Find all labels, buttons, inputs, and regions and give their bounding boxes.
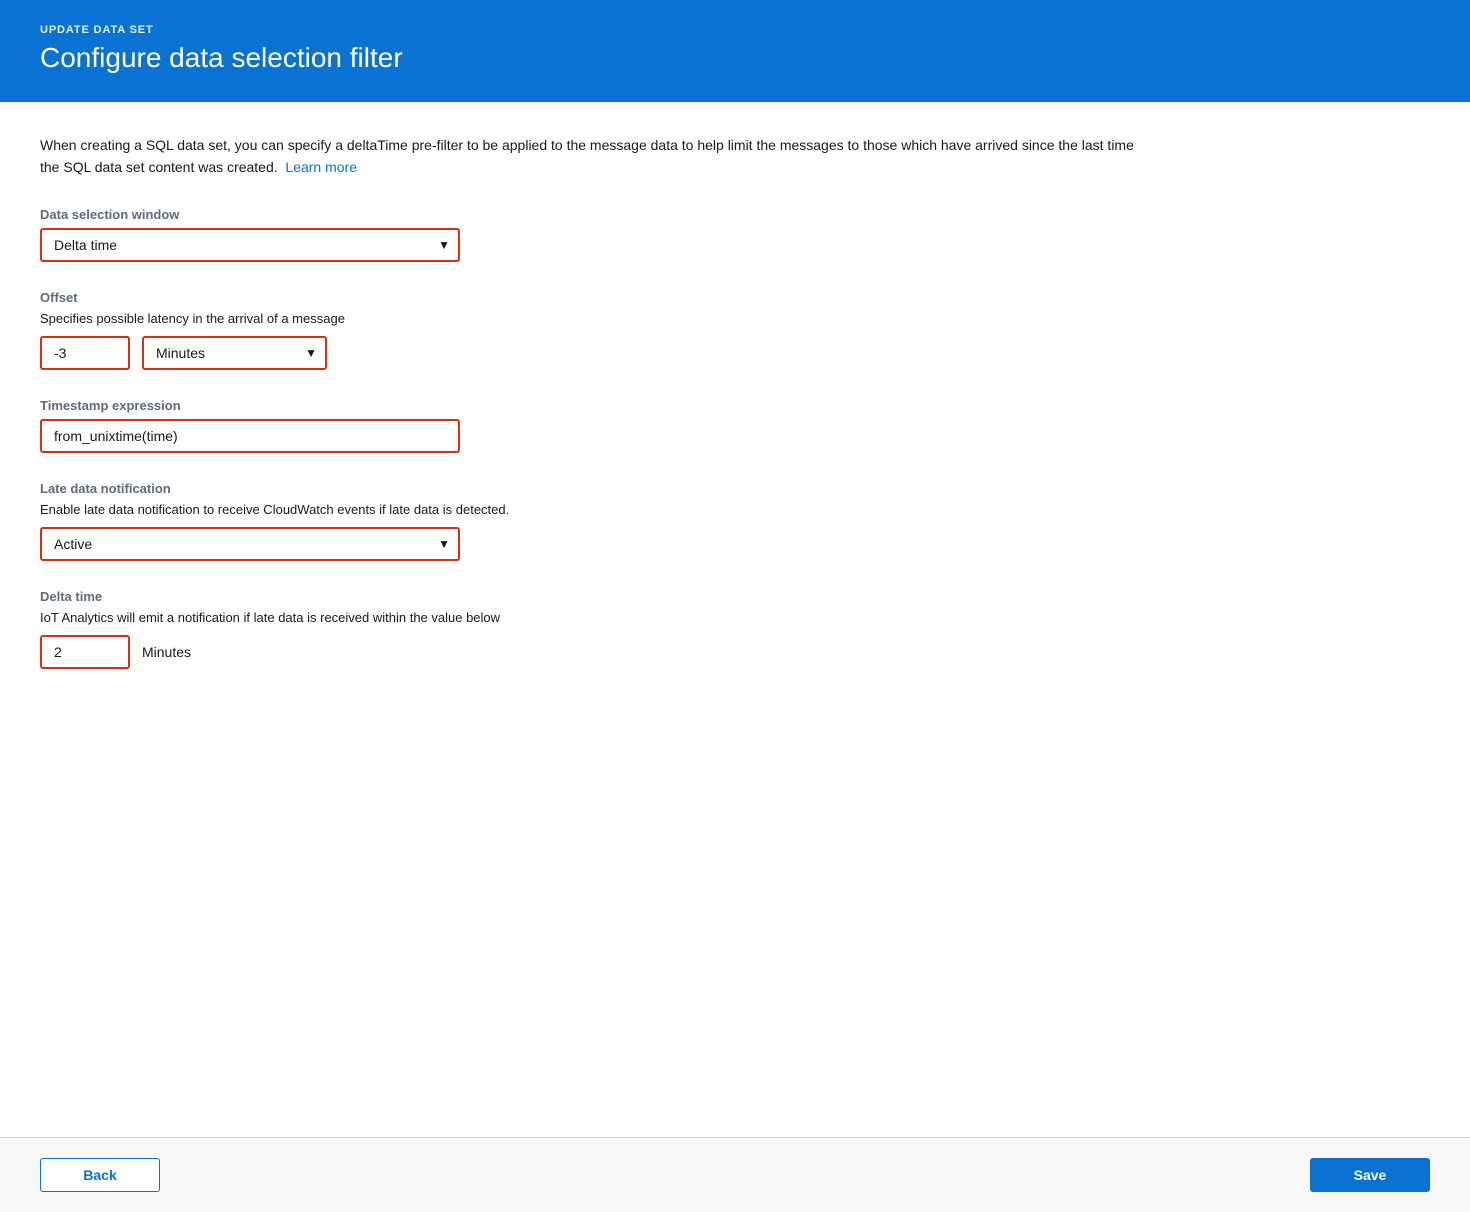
data-selection-window-section: Data selection window Delta time None Fi…	[40, 207, 1430, 262]
offset-row: Minutes Seconds Hours Days ▼	[40, 336, 1430, 370]
timestamp-expression-wrapper	[40, 419, 460, 453]
delta-time-value-wrapper	[40, 635, 130, 669]
late-data-notification-hint: Enable late data notification to receive…	[40, 502, 1430, 517]
timestamp-expression-input[interactable]	[40, 419, 460, 453]
page-title: Configure data selection filter	[40, 42, 1430, 74]
back-button[interactable]: Back	[40, 1158, 160, 1192]
delta-time-hint: IoT Analytics will emit a notification i…	[40, 610, 1430, 625]
offset-value-wrapper	[40, 336, 130, 370]
offset-hint: Specifies possible latency in the arriva…	[40, 311, 1430, 326]
page-subtitle: Update Data Set	[40, 24, 1430, 36]
delta-time-row: Minutes	[40, 635, 1430, 669]
data-selection-window-wrapper: Delta time None Fixed window ▼	[40, 228, 460, 262]
delta-time-section: Delta time IoT Analytics will emit a not…	[40, 589, 1430, 669]
offset-unit-select[interactable]: Minutes Seconds Hours Days	[142, 336, 327, 370]
delta-time-unit-label: Minutes	[142, 644, 191, 660]
timestamp-expression-label: Timestamp expression	[40, 398, 1430, 413]
late-data-notification-label: Late data notification	[40, 481, 1430, 496]
late-data-notification-select[interactable]: Active Inactive	[40, 527, 460, 561]
data-selection-window-label: Data selection window	[40, 207, 1430, 222]
data-selection-window-select[interactable]: Delta time None Fixed window	[40, 228, 460, 262]
timestamp-expression-section: Timestamp expression	[40, 398, 1430, 453]
learn-more-link[interactable]: Learn more	[285, 159, 357, 175]
offset-label: Offset	[40, 290, 1430, 305]
late-data-notification-section: Late data notification Enable late data …	[40, 481, 1430, 561]
page-footer: Back Save	[0, 1137, 1470, 1212]
save-button[interactable]: Save	[1310, 1158, 1430, 1192]
description-text: When creating a SQL data set, you can sp…	[40, 134, 1140, 179]
page-header: Update Data Set Configure data selection…	[0, 0, 1470, 102]
delta-time-value-input[interactable]	[40, 635, 130, 669]
main-content: When creating a SQL data set, you can sp…	[0, 102, 1470, 1137]
offset-unit-wrapper: Minutes Seconds Hours Days ▼	[142, 336, 327, 370]
delta-time-label: Delta time	[40, 589, 1430, 604]
offset-section: Offset Specifies possible latency in the…	[40, 290, 1430, 370]
offset-value-input[interactable]	[40, 336, 130, 370]
late-data-notification-wrapper: Active Inactive ▼	[40, 527, 460, 561]
